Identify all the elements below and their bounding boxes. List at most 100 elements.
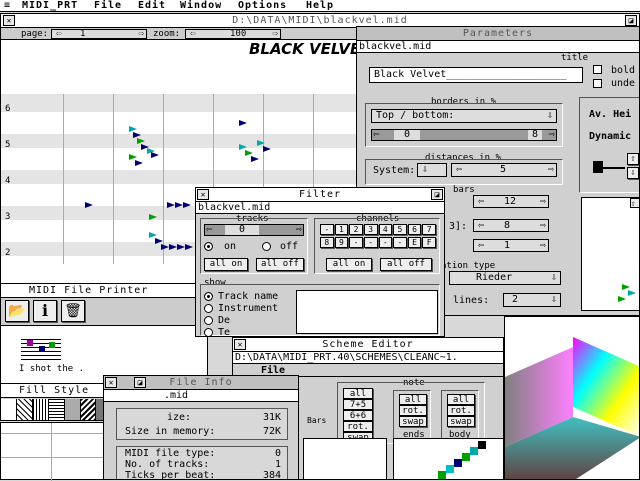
track-left-arrow[interactable]: ⇦	[206, 225, 212, 235]
note-all-button[interactable]: all	[343, 388, 373, 399]
close-icon[interactable]: ✕	[105, 377, 117, 388]
bars-right-arrow[interactable]: ⇨	[540, 240, 546, 251]
channel-toggle[interactable]: 3	[363, 224, 378, 235]
bars-left-arrow[interactable]: ⇦	[478, 196, 484, 207]
scheme-editor-titlebar[interactable]: Scheme Editor	[233, 338, 503, 352]
tracks-all-on-button[interactable]: all on	[204, 258, 248, 271]
ends-all-button[interactable]: all	[399, 394, 427, 405]
channel-toggle[interactable]: -	[349, 236, 363, 248]
fuller-icon[interactable]: ◪	[625, 15, 637, 26]
borders-select[interactable]: Top / bottom: ⇩	[371, 109, 557, 123]
system-stepper[interactable]: ⇦ 5 ⇨	[451, 163, 557, 177]
body-rot-button[interactable]: rot.	[447, 405, 475, 416]
tracks-all-off-button[interactable]: all off	[256, 258, 304, 271]
on-radio[interactable]	[204, 242, 213, 251]
menu-options[interactable]: Options	[238, 0, 287, 11]
channel-toggle[interactable]: F	[422, 236, 436, 248]
note-7-5-button[interactable]: 7+5	[343, 399, 373, 410]
trash-icon[interactable]: 🗑	[61, 300, 85, 322]
fill-pattern[interactable]	[80, 399, 97, 420]
system-left-arrow[interactable]: ⇦	[456, 164, 462, 175]
note-6-6-button[interactable]: 6+6	[343, 410, 373, 421]
channel-toggle[interactable]: 7	[422, 224, 436, 235]
up-arrow-icon[interactable]: ⇧	[627, 153, 639, 165]
system-right-arrow[interactable]: ⇨	[548, 164, 554, 176]
open-folder-icon[interactable]: 📂	[5, 300, 29, 322]
channel-toggle[interactable]: 9	[334, 236, 349, 248]
show-radio[interactable]	[204, 304, 213, 313]
menu-window[interactable]: Window	[180, 0, 222, 11]
title-input[interactable]: Black Velvet____________________	[369, 67, 583, 83]
dynamic-slider-knob[interactable]	[593, 161, 603, 173]
channel-toggle[interactable]: -	[320, 224, 334, 235]
fuller-icon[interactable]: ◪	[431, 189, 443, 200]
printer-titlebar[interactable]: MIDI File Printer	[1, 284, 207, 298]
lines-select[interactable]: 2 ⇩	[503, 293, 561, 307]
menu-help[interactable]: Help	[306, 0, 334, 11]
channels-all-on-button[interactable]: all on	[326, 258, 372, 271]
filter-titlebar[interactable]: Filter	[196, 188, 444, 202]
close-icon[interactable]: ✕	[234, 339, 246, 350]
off-radio[interactable]	[262, 242, 271, 251]
ends-swap-button[interactable]: swap	[399, 416, 427, 427]
channel-toggle[interactable]: -	[378, 236, 393, 248]
fill-pattern[interactable]	[48, 399, 65, 420]
up-arrow-icon[interactable]: ⇧	[630, 198, 639, 208]
channel-toggle[interactable]: E	[407, 236, 422, 248]
fill-pattern[interactable]	[32, 399, 49, 420]
bars-stepper-1[interactable]: ⇦ 12 ⇨	[473, 195, 549, 208]
down-arrow-icon[interactable]: ⇩	[627, 167, 639, 179]
system-menu-icon[interactable]: ≡	[4, 0, 10, 11]
show-radio[interactable]	[204, 316, 213, 325]
bars-stepper-3[interactable]: ⇦ 1 ⇨	[473, 239, 549, 252]
channel-toggle[interactable]: 5	[393, 224, 407, 235]
close-icon[interactable]: ✕	[197, 189, 209, 200]
channel-toggle[interactable]: -	[363, 236, 378, 248]
channel-toggle[interactable]: -	[393, 236, 407, 248]
underline-checkbox[interactable]	[593, 79, 602, 88]
channel-toggle[interactable]: 4	[378, 224, 393, 235]
show-radio-selected[interactable]	[204, 292, 213, 301]
page-right-arrow[interactable]: ⇨	[139, 30, 144, 39]
bold-checkbox[interactable]	[593, 65, 602, 74]
channel-toggle[interactable]: 8	[320, 236, 334, 248]
ends-rot-button[interactable]: rot.	[399, 405, 427, 416]
track-right-arrow[interactable]: ⇨	[296, 225, 302, 235]
channel-toggle[interactable]: 2	[349, 224, 363, 235]
bars-left-arrow[interactable]: ⇦	[478, 220, 484, 231]
borders-right-arrow[interactable]: ⇨	[549, 130, 555, 140]
close-icon[interactable]: ✕	[3, 15, 15, 26]
zoom-right-arrow[interactable]: ⇨	[273, 30, 278, 39]
system-select[interactable]: ⇩	[417, 163, 447, 177]
borders-left-arrow[interactable]: ⇦	[373, 130, 379, 140]
bars-right-arrow[interactable]: ⇨	[540, 196, 546, 207]
note-rot-button[interactable]: rot.	[343, 421, 373, 432]
bars-stepper-2[interactable]: ⇦ 8 ⇨	[473, 219, 549, 232]
body-all-button[interactable]: all	[447, 394, 475, 405]
channel-toggle[interactable]: 1	[334, 224, 349, 235]
zoom-left-arrow[interactable]: ⇦	[190, 29, 195, 39]
show-radio[interactable]	[204, 328, 213, 336]
body-swap-button[interactable]: swap	[447, 416, 475, 427]
fill-pattern[interactable]	[16, 399, 33, 420]
channel-toggle[interactable]: 6	[407, 224, 422, 235]
menu-edit[interactable]: Edit	[138, 0, 166, 11]
menu-file[interactable]: File	[94, 0, 122, 11]
zoom-stepper[interactable]: ⇦ 100 ⇨	[185, 29, 281, 39]
fill-pattern[interactable]	[1, 399, 17, 420]
bars-right-arrow[interactable]: ⇨	[540, 220, 546, 231]
borders-slider[interactable]: ⇦ 0 8 ⇨	[371, 129, 557, 141]
parameters-titlebar[interactable]: Parameters	[357, 27, 639, 41]
bars-tab[interactable]: Bars	[307, 416, 326, 425]
track-stepper[interactable]: ⇦ 0 ⇨	[204, 224, 304, 236]
document-thumbnail-icon[interactable]	[21, 336, 61, 362]
menu-midi-prt[interactable]: MIDI_PRT	[22, 0, 78, 11]
info-icon[interactable]: i	[33, 300, 57, 322]
channels-all-off-button[interactable]: all off	[380, 258, 432, 271]
page-stepper[interactable]: ⇦ 1 ⇨	[51, 29, 147, 39]
page-left-arrow[interactable]: ⇦	[56, 29, 61, 39]
fill-pattern[interactable]	[64, 399, 81, 420]
notation-type-select[interactable]: Rieder ⇩	[449, 271, 561, 285]
bars-left-arrow[interactable]: ⇦	[478, 240, 484, 251]
fuller-icon[interactable]: ◪	[134, 377, 146, 388]
